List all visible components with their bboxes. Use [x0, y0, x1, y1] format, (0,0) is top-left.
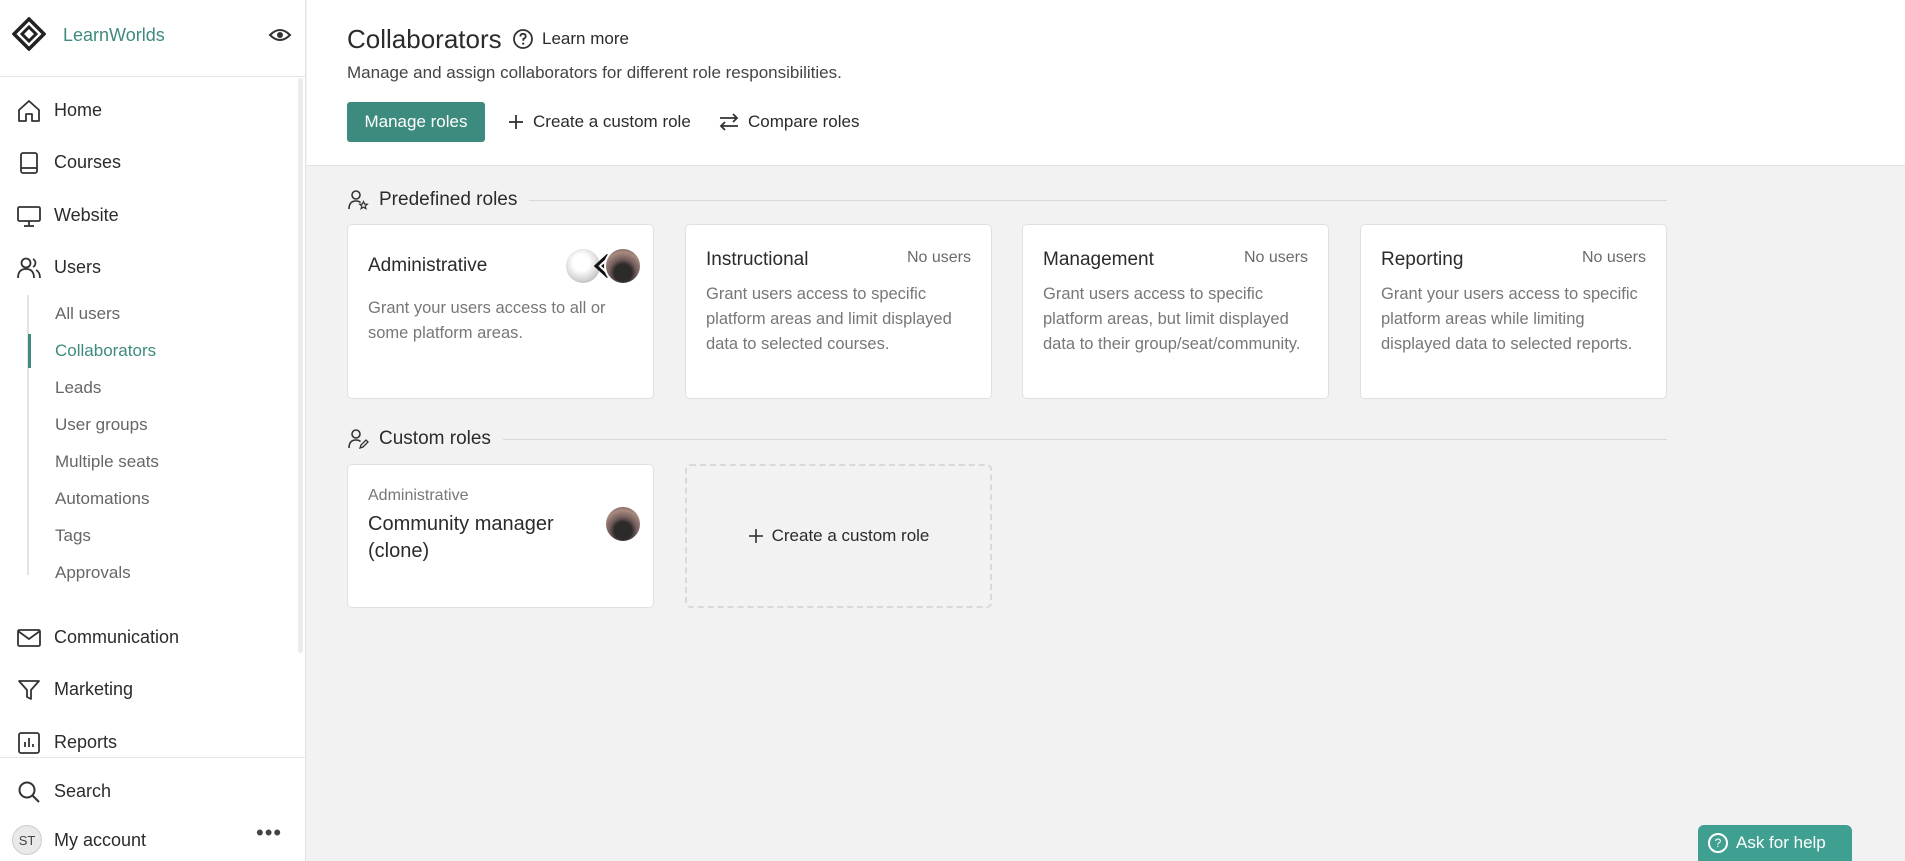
sidebar-item-label: Leads [55, 378, 102, 397]
page-subtitle: Manage and assign collaborators for diff… [347, 63, 842, 82]
sidebar-scrollbar[interactable] [298, 78, 303, 653]
role-base-type: Administrative [368, 487, 469, 504]
user-count: No users [1581, 249, 1646, 266]
more-options-icon[interactable]: ••• [256, 822, 282, 846]
sidebar-item-courses[interactable]: Courses [0, 141, 300, 183]
role-title: Reporting [1381, 249, 1464, 270]
sidebar-item-label: Reports [54, 731, 118, 752]
sidebar-item-label: Collaborators [55, 341, 157, 360]
sidebar-item-home[interactable]: Home [0, 89, 300, 131]
user-count: No users [1243, 249, 1308, 266]
sidebar-item-label: Website [54, 204, 119, 225]
create-custom-role-button[interactable]: Create a custom role [507, 108, 691, 136]
sidebar-item-leads[interactable]: Leads [28, 371, 298, 405]
sidebar-item-label: Multiple seats [55, 452, 159, 471]
custom-roles-heading: Custom roles [347, 424, 1667, 454]
role-card-reporting[interactable]: Reporting No users Grant your users acce… [1360, 224, 1667, 399]
sidebar-item-automations[interactable]: Automations [28, 482, 298, 516]
section-title: Custom roles [379, 428, 491, 449]
sidebar-item-collaborators[interactable]: Collaborators [28, 334, 298, 368]
role-description: Grant your users access to specific plat… [1381, 285, 1638, 353]
question-icon: ? [1708, 833, 1728, 853]
role-card-instructional[interactable]: Instructional No users Grant users acces… [685, 224, 992, 399]
predefined-roles-heading: Predefined roles [347, 185, 1667, 215]
create-custom-role-content: Create a custom role [687, 526, 990, 546]
create-custom-role-label: Create a custom role [533, 112, 691, 131]
sidebar-item-label: Courses [54, 151, 122, 172]
search-icon [16, 779, 42, 805]
role-title: Instructional [706, 249, 809, 270]
sidebar-item-label: My account [54, 829, 147, 850]
sidebar-item-marketing[interactable]: Marketing [0, 668, 300, 710]
mail-icon [16, 625, 42, 651]
swap-arrows-icon [718, 112, 740, 132]
role-description: Grant users access to specific platform … [1043, 285, 1301, 353]
role-card-management[interactable]: Management No users Grant users access t… [1022, 224, 1329, 399]
section-divider [502, 438, 1667, 440]
monitor-icon [16, 203, 42, 229]
sidebar-item-multiple-seats[interactable]: Multiple seats [28, 445, 298, 479]
sidebar-item-label: Approvals [55, 563, 131, 582]
role-title: Community manager (clone) [368, 513, 554, 562]
sidebar-item-search[interactable]: Search [0, 770, 300, 812]
ask-for-help-label: Ask for help [1736, 833, 1826, 852]
sidebar-item-approvals[interactable]: Approvals [28, 556, 298, 590]
sidebar-item-label: All users [55, 304, 121, 323]
home-icon [16, 98, 42, 124]
role-title: Management [1043, 249, 1154, 270]
plus-icon [748, 528, 764, 544]
sidebar-item-user-groups[interactable]: User groups [28, 408, 298, 442]
help-circle-icon [512, 28, 534, 50]
ask-for-help-button[interactable]: ? Ask for help [1698, 825, 1852, 861]
compare-roles-button[interactable]: Compare roles [718, 108, 860, 136]
sidebar-item-my-account[interactable]: My account [0, 819, 240, 861]
section-title: Predefined roles [379, 189, 518, 210]
page-title: Collaborators [347, 24, 502, 54]
sidebar-item-users[interactable]: Users [0, 246, 300, 288]
page-header: Collaborators Learn more Manage and assi… [307, 0, 1905, 166]
sidebar-item-all-users[interactable]: All users [28, 297, 298, 331]
users-icon [16, 255, 42, 281]
sidebar: LearnWorlds Home Courses Website Users A… [0, 0, 306, 861]
filter-icon [16, 677, 42, 703]
create-custom-role-label: Create a custom role [771, 526, 930, 545]
sidebar-item-label: User groups [55, 415, 148, 434]
compare-roles-label: Compare roles [748, 112, 860, 131]
learnworlds-logo-icon[interactable] [12, 17, 46, 51]
role-description: Grant users access to specific platform … [706, 285, 952, 353]
sidebar-item-label: Users [54, 256, 102, 277]
sidebar-item-label: Marketing [54, 678, 134, 699]
brand-bar: LearnWorlds [0, 0, 305, 77]
learn-more-link[interactable]: Learn more [512, 26, 629, 52]
role-title: Administrative [368, 255, 488, 276]
avatar [604, 505, 642, 543]
custom-role-card[interactable]: Administrative Community manager (clone) [347, 464, 654, 608]
chart-icon [16, 730, 42, 756]
sidebar-item-communication[interactable]: Communication [0, 616, 300, 658]
create-custom-role-card[interactable]: Create a custom role [685, 464, 992, 608]
section-divider [529, 199, 1667, 201]
user-star-icon [347, 189, 369, 211]
sidebar-item-label: Search [54, 780, 112, 801]
sidebar-item-label: Communication [54, 626, 180, 647]
sidebar-item-label: Home [54, 99, 103, 120]
sidebar-item-website[interactable]: Website [0, 194, 300, 236]
sidebar-item-label: Automations [55, 489, 150, 508]
role-card-administrative[interactable]: Administrative Grant your users access t… [347, 224, 654, 399]
user-edit-icon [347, 428, 369, 450]
eye-icon[interactable] [268, 25, 292, 45]
brand-name[interactable]: LearnWorlds [63, 25, 165, 46]
plus-icon [507, 113, 525, 131]
learn-more-label: Learn more [542, 29, 629, 48]
sidebar-item-tags[interactable]: Tags [28, 519, 298, 553]
sidebar-item-label: Tags [55, 526, 91, 545]
book-icon [16, 150, 42, 176]
avatar [604, 247, 642, 285]
manage-roles-button[interactable]: Manage roles [347, 102, 485, 142]
role-description: Grant your users access to all or some p… [368, 299, 606, 342]
user-count: No users [906, 249, 971, 266]
